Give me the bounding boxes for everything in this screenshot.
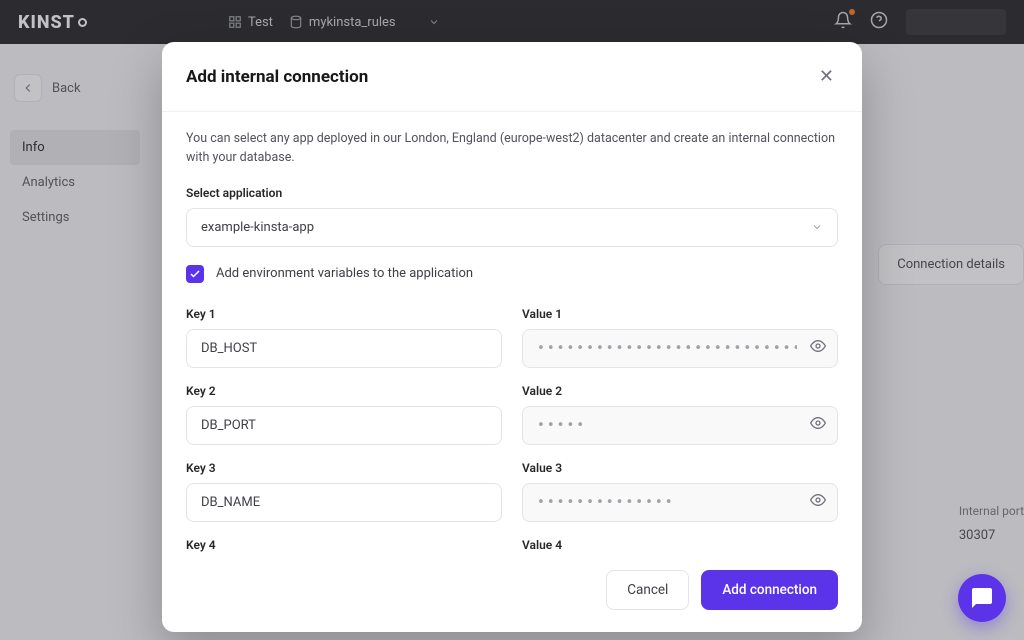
add-connection-modal: Add internal connection ✕ You can select…: [162, 42, 862, 632]
add-env-vars-checkbox[interactable]: [186, 265, 204, 283]
select-application-label: Select application: [186, 186, 838, 200]
modal-description: You can select any app deployed in our L…: [186, 130, 838, 168]
value1-label: Value 1: [522, 307, 838, 321]
key2-label: Key 2: [186, 384, 502, 398]
value1-input[interactable]: [522, 329, 838, 368]
key3-label: Key 3: [186, 461, 502, 475]
select-application-value: example-kinsta-app: [201, 220, 314, 235]
add-connection-button[interactable]: Add connection: [701, 570, 838, 610]
eye-icon[interactable]: [810, 415, 826, 435]
key2-input[interactable]: [186, 406, 502, 445]
value3-input[interactable]: [522, 483, 838, 522]
select-application-dropdown[interactable]: example-kinsta-app: [186, 208, 838, 247]
key1-label: Key 1: [186, 307, 502, 321]
value3-label: Value 3: [522, 461, 838, 475]
add-env-vars-label: Add environment variables to the applica…: [216, 266, 473, 281]
value2-input[interactable]: [522, 406, 838, 445]
env-vars-grid: Key 1 Value 1 Key 2 Value 2: [186, 301, 838, 553]
value2-label: Value 2: [522, 384, 838, 398]
eye-icon[interactable]: [810, 338, 826, 358]
cancel-button[interactable]: Cancel: [606, 570, 689, 610]
eye-icon[interactable]: [810, 492, 826, 512]
key1-input[interactable]: [186, 329, 502, 368]
chat-fab[interactable]: [958, 574, 1006, 622]
close-icon[interactable]: ✕: [815, 62, 838, 91]
key3-input[interactable]: [186, 483, 502, 522]
key4-label: Key 4: [186, 538, 502, 552]
modal-title: Add internal connection: [186, 67, 368, 87]
chevron-down-icon: [811, 221, 823, 233]
value4-label: Value 4: [522, 538, 838, 552]
